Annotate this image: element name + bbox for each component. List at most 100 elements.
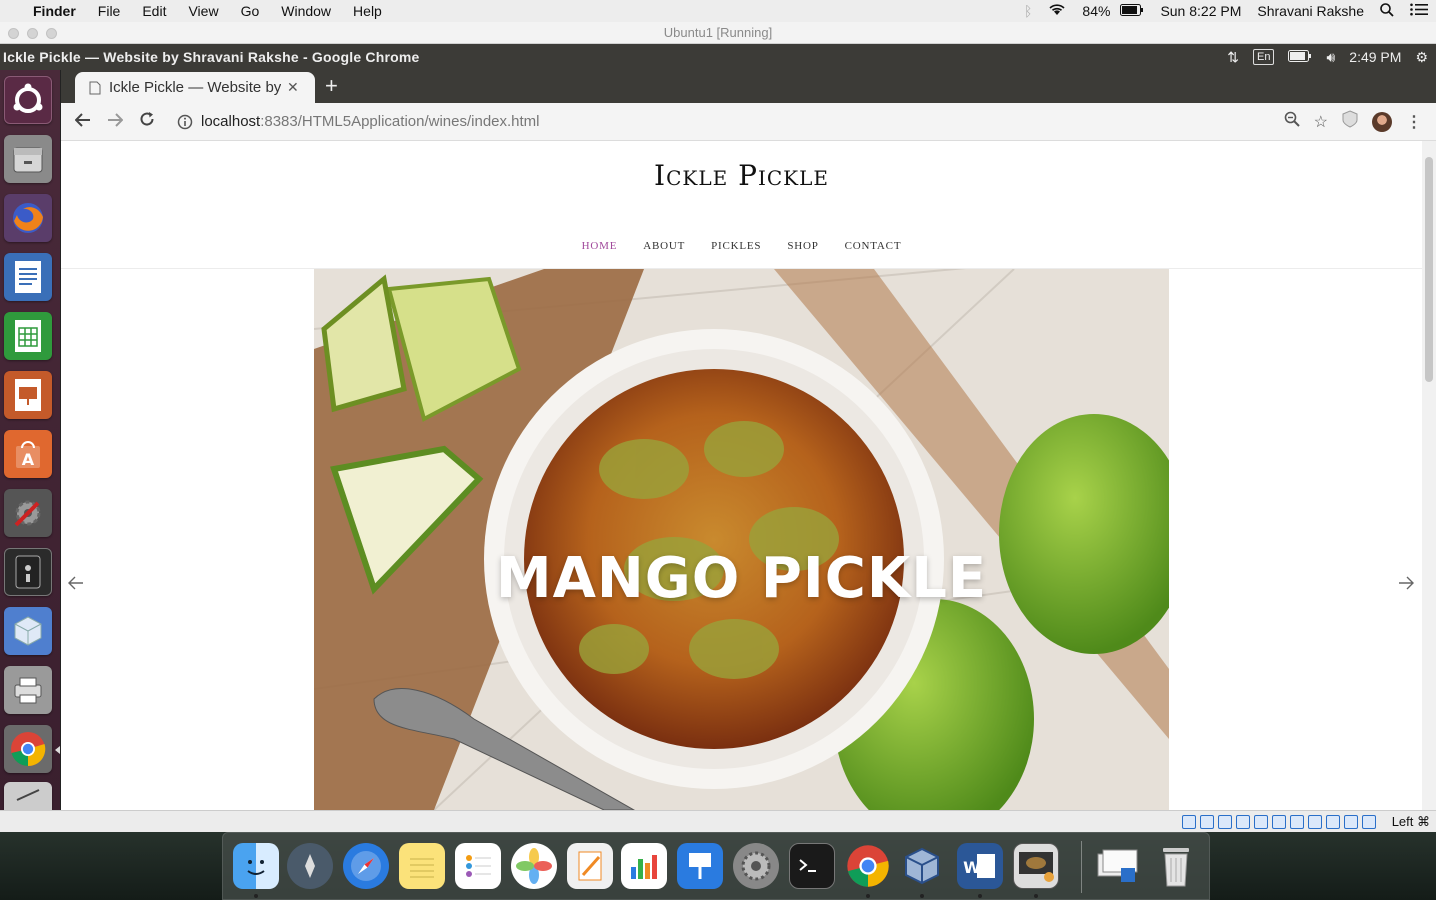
extension-shield-icon[interactable]	[1342, 110, 1358, 133]
usb-icon[interactable]	[1254, 815, 1268, 829]
profile-avatar[interactable]	[1372, 111, 1392, 132]
chrome-icon[interactable]	[4, 725, 52, 773]
forward-arrow-icon[interactable]	[99, 111, 131, 132]
word-icon[interactable]: W	[957, 843, 1003, 889]
menu-window[interactable]: Window	[270, 3, 342, 19]
system-gear-icon[interactable]: ⚙	[1415, 49, 1428, 66]
volume-icon[interactable]: 🔊︎	[1326, 49, 1335, 66]
nav-home[interactable]: HOME	[569, 240, 631, 252]
video-capture-icon[interactable]	[1308, 815, 1322, 829]
bookmark-star-icon[interactable]: ☆	[1314, 112, 1328, 132]
bluetooth-icon[interactable]: ᛒ	[1016, 3, 1040, 19]
page-scrollbar[interactable]	[1422, 141, 1436, 810]
numbers-icon[interactable]	[621, 843, 667, 889]
software-center-icon[interactable]: A	[4, 430, 52, 478]
site-nav: HOME ABOUT PICKLES SHOP CONTACT	[61, 240, 1422, 252]
keyboard-layout-indicator[interactable]: En	[1253, 49, 1275, 65]
downloads-stack-icon[interactable]	[1095, 843, 1141, 889]
ubuntu-clock[interactable]: 2:49 PM	[1349, 49, 1401, 65]
safari-icon[interactable]	[343, 843, 389, 889]
dock-separator	[1081, 841, 1082, 893]
system-preferences-icon[interactable]	[733, 843, 779, 889]
text-editor-icon[interactable]	[4, 782, 52, 810]
site-info-icon[interactable]	[177, 114, 193, 130]
minimize-window-button[interactable]	[27, 28, 38, 39]
network-icon[interactable]	[1236, 815, 1250, 829]
unity-launcher: A	[0, 70, 61, 810]
reload-icon[interactable]	[131, 111, 163, 132]
finder-icon[interactable]	[233, 843, 279, 889]
notes-icon[interactable]	[399, 843, 445, 889]
network-transfer-icon[interactable]: ⇅	[1227, 49, 1239, 66]
battery-percent[interactable]: 84%	[1074, 3, 1112, 19]
carousel-next-icon[interactable]	[1398, 573, 1414, 596]
back-arrow-icon[interactable]	[67, 111, 99, 132]
browser-tab[interactable]: Ickle Pickle — Website by Shravani Raksh…	[75, 72, 315, 103]
svg-text:A: A	[22, 450, 35, 469]
terminal-icon[interactable]	[4, 548, 52, 596]
cube-icon[interactable]	[4, 607, 52, 655]
optical-drive-icon[interactable]	[1200, 815, 1214, 829]
wifi-icon[interactable]	[1040, 3, 1074, 19]
screen: Finder File Edit View Go Window Help ᛒ 8…	[0, 0, 1436, 900]
keynote-icon[interactable]	[677, 843, 723, 889]
battery-icon[interactable]	[1112, 3, 1152, 19]
printer-icon[interactable]	[4, 666, 52, 714]
menu-app-name[interactable]: Finder	[22, 3, 87, 19]
keyboard-capture-icon[interactable]	[1362, 815, 1376, 829]
url-path: :8383/HTML5Application/wines/index.html	[260, 113, 540, 130]
running-indicator	[866, 894, 870, 898]
nav-contact[interactable]: CONTACT	[832, 240, 915, 252]
impress-icon[interactable]	[4, 371, 52, 419]
hero-slide[interactable]: MANGO PICKLE	[314, 269, 1169, 810]
pages-icon[interactable]	[567, 843, 613, 889]
hdd-icon[interactable]	[1182, 815, 1196, 829]
display-icon[interactable]	[1290, 815, 1304, 829]
new-tab-button[interactable]: +	[325, 74, 338, 98]
menu-file[interactable]: File	[87, 3, 132, 19]
terminal-app-icon[interactable]	[789, 843, 835, 889]
nav-about[interactable]: ABOUT	[630, 240, 698, 252]
nav-pickles[interactable]: PICKLES	[698, 240, 774, 252]
writer-icon[interactable]	[4, 253, 52, 301]
menubar-datetime[interactable]: Sun 8:22 PM	[1152, 3, 1249, 19]
close-tab-icon[interactable]: ✕	[287, 79, 299, 96]
spotlight-icon[interactable]	[1372, 2, 1402, 20]
nav-shop[interactable]: SHOP	[774, 240, 831, 252]
mac-menubar: Finder File Edit View Go Window Help ᛒ 8…	[0, 0, 1436, 22]
audio-icon[interactable]	[1218, 815, 1232, 829]
scrollbar-thumb[interactable]	[1425, 157, 1433, 382]
vbox-device-icons	[1182, 815, 1376, 829]
menubar-user[interactable]: Shravani Rakshe	[1249, 3, 1372, 19]
launchpad-icon[interactable]	[287, 843, 333, 889]
notification-center-icon[interactable]	[1402, 3, 1436, 19]
battery-indicator-icon[interactable]	[1288, 49, 1312, 65]
chrome-menu-icon[interactable]: ⋮	[1406, 112, 1422, 132]
files-icon[interactable]	[4, 135, 52, 183]
chrome-dock-icon[interactable]	[845, 843, 891, 889]
cpu-icon[interactable]	[1326, 815, 1340, 829]
menu-view[interactable]: View	[177, 3, 229, 19]
site-brand[interactable]: Ickle Pickle	[61, 159, 1422, 192]
carousel-prev-icon[interactable]	[68, 573, 84, 596]
menu-edit[interactable]: Edit	[131, 3, 177, 19]
trash-icon[interactable]	[1153, 843, 1199, 889]
photo-booth-icon[interactable]	[1013, 843, 1059, 889]
address-bar[interactable]: localhost:8383/HTML5Application/wines/in…	[177, 113, 540, 130]
close-window-button[interactable]	[8, 28, 19, 39]
virtualbox-icon[interactable]	[899, 843, 945, 889]
menu-help[interactable]: Help	[342, 3, 393, 19]
url-host: localhost	[201, 113, 261, 130]
ubuntu-icon[interactable]	[4, 76, 52, 124]
zoom-window-button[interactable]	[46, 28, 57, 39]
mouse-integration-icon[interactable]	[1344, 815, 1358, 829]
photos-icon[interactable]	[511, 843, 557, 889]
reminders-icon[interactable]	[455, 843, 501, 889]
zoom-icon[interactable]	[1284, 111, 1300, 132]
shared-folder-icon[interactable]	[1272, 815, 1286, 829]
settings-icon[interactable]	[4, 489, 52, 537]
calc-icon[interactable]	[4, 312, 52, 360]
firefox-icon[interactable]	[4, 194, 52, 242]
tab-title: Ickle Pickle — Website by Shravani Raksh…	[109, 79, 281, 96]
menu-go[interactable]: Go	[230, 3, 271, 19]
